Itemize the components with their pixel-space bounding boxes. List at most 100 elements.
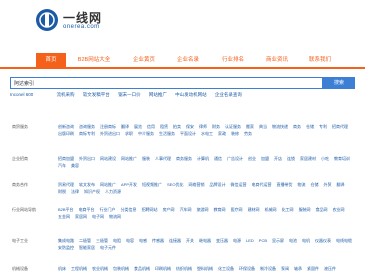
category-link[interactable]: 食品机械 — [134, 265, 150, 272]
category-link[interactable]: 电池 — [289, 237, 297, 244]
category-link[interactable]: 农业机械 — [92, 265, 108, 272]
category-link[interactable]: 电感 — [139, 237, 147, 244]
category-link[interactable]: 认证服务 — [225, 123, 241, 130]
category-link[interactable]: 展览 — [134, 123, 142, 130]
category-link[interactable]: 装修 — [231, 130, 239, 137]
category-link[interactable]: 医疗网 — [231, 206, 243, 213]
category-link[interactable]: 外贸进出口 — [100, 130, 120, 137]
category-link[interactable]: 电机 — [302, 237, 310, 244]
category-link[interactable]: 专利 — [319, 123, 327, 130]
category-link[interactable]: 网络营销 — [188, 181, 204, 188]
nav-item-b2b-sites[interactable]: B2B网站大全 — [70, 53, 118, 67]
category-link[interactable]: 拍卖 — [173, 123, 181, 130]
category-link[interactable]: 食品网 — [316, 206, 328, 213]
category-link[interactable]: APP开发 — [121, 181, 137, 188]
category-link[interactable]: 招商加盟 — [58, 155, 74, 162]
search-button[interactable]: 搜索 — [323, 77, 355, 89]
category-link[interactable]: 商标专利 — [79, 130, 95, 137]
category-link[interactable]: 生活服务 — [159, 130, 175, 137]
category-link[interactable]: 环保设备 — [239, 265, 255, 272]
category-link[interactable]: 电线电缆 — [336, 237, 352, 244]
category-link[interactable]: 集成电路 — [58, 237, 74, 244]
category-link[interactable]: 平面设计 — [180, 130, 196, 137]
category-link[interactable]: 旅游网 — [197, 206, 209, 213]
category-link[interactable]: 品牌设计 — [209, 181, 225, 188]
category-link[interactable]: 信用 — [147, 123, 155, 130]
category-link[interactable]: 咨询服务 — [79, 123, 95, 130]
category-link[interactable]: 人事代理 — [155, 155, 171, 162]
category-link[interactable]: 广告设计 — [227, 155, 243, 162]
category-link[interactable]: 家居网 — [75, 213, 87, 220]
category-link[interactable]: 开关 — [186, 237, 194, 244]
category-link[interactable]: 变压器 — [216, 237, 228, 244]
category-link[interactable]: 开店 — [274, 155, 282, 162]
hot-link[interactable]: 软文发稿平台 — [83, 91, 110, 99]
category-link[interactable]: 美容 — [71, 162, 79, 169]
category-link[interactable]: 招聘网站 — [142, 206, 158, 213]
category-link[interactable]: 电子网 — [92, 213, 104, 220]
search-input[interactable] — [10, 77, 323, 89]
category-link[interactable]: 化工网 — [282, 206, 294, 213]
category-link[interactable]: 法律 — [71, 188, 79, 195]
category-link[interactable]: 翻译 — [121, 123, 129, 130]
category-link[interactable]: 电商平台 — [79, 206, 95, 213]
category-link[interactable]: LED — [246, 237, 254, 244]
category-link[interactable]: 传感器 — [152, 237, 164, 244]
category-link[interactable]: 连接器 — [169, 237, 181, 244]
category-link[interactable]: 房产网 — [163, 206, 175, 213]
category-link[interactable]: 汽车 — [58, 162, 66, 169]
category-link[interactable]: 纺织机械 — [176, 265, 192, 272]
category-link[interactable]: 建材网 — [248, 206, 260, 213]
category-link[interactable]: 招商代理 — [332, 123, 348, 130]
category-link[interactable]: 电阻 — [113, 237, 121, 244]
category-link[interactable]: 服装 — [142, 155, 150, 162]
hot-link[interactable]: 中山发动机网站 — [175, 91, 207, 99]
category-link[interactable]: 财税 — [58, 188, 66, 195]
category-link[interactable]: 外贸出口 — [79, 155, 95, 162]
category-link[interactable]: 电源 — [233, 237, 241, 244]
category-link[interactable]: 分类信息 — [121, 206, 137, 213]
category-link[interactable]: 包装机械 — [113, 265, 129, 272]
category-link[interactable]: 计算机 — [197, 155, 209, 162]
nav-item-company-directory[interactable]: 企业名录 — [168, 53, 208, 67]
hot-link[interactable]: 流机采购 — [57, 91, 75, 99]
category-link[interactable]: 液压件 — [324, 265, 336, 272]
category-link[interactable]: 泵阀 — [281, 265, 289, 272]
category-link[interactable]: 中介服务 — [138, 130, 154, 137]
category-link[interactable]: 二极管 — [79, 237, 91, 244]
hot-link[interactable]: 锯末一口价 — [118, 91, 141, 99]
category-link[interactable]: 出版印刷 — [58, 130, 74, 137]
category-link[interactable]: 劳务 — [244, 130, 252, 137]
category-link[interactable]: 仪器仪表 — [315, 237, 331, 244]
category-link[interactable]: 化工设备 — [218, 265, 234, 272]
category-link[interactable]: 仓储 — [306, 123, 314, 130]
category-link[interactable]: 农业网 — [333, 206, 345, 213]
category-link[interactable]: 翻译 — [336, 181, 344, 188]
category-link[interactable]: 物流网 — [109, 213, 121, 220]
category-link[interactable]: 贸易代理 — [58, 181, 74, 188]
hot-link[interactable]: 网站推广 — [149, 91, 167, 99]
category-link[interactable]: 塑料机械 — [197, 265, 213, 272]
category-link[interactable]: 保安 — [186, 123, 194, 130]
category-link[interactable]: 显示屏 — [272, 237, 284, 244]
category-link[interactable]: 搬家 — [246, 123, 254, 130]
category-link[interactable]: 家政 — [218, 130, 226, 137]
category-link[interactable]: 紧固件 — [307, 265, 319, 272]
category-link[interactable]: 外贸 — [323, 181, 331, 188]
category-link[interactable]: 注册商标 — [100, 123, 116, 130]
category-link[interactable]: 通信 — [214, 155, 222, 162]
category-link[interactable]: 商务 — [293, 123, 301, 130]
category-link[interactable]: 电商代运营 — [251, 181, 271, 188]
category-link[interactable]: 机床 — [58, 265, 66, 272]
category-link[interactable]: 教育培训 — [334, 155, 350, 162]
category-link[interactable]: 物流快递 — [272, 123, 288, 130]
site-logo[interactable]: 一线网 onerea.com — [35, 6, 107, 38]
category-link[interactable]: 智能家居 — [79, 244, 95, 251]
category-link[interactable]: 网站推广 — [121, 155, 137, 162]
category-link[interactable]: 软文发布 — [79, 181, 95, 188]
nav-item-contact-us[interactable]: 联系我们 — [300, 53, 340, 67]
category-link[interactable]: B2B平台 — [58, 206, 74, 213]
category-link[interactable]: 工程机械 — [71, 265, 87, 272]
category-link[interactable]: 短视频推广 — [142, 181, 162, 188]
category-link[interactable]: 三极管 — [96, 237, 108, 244]
